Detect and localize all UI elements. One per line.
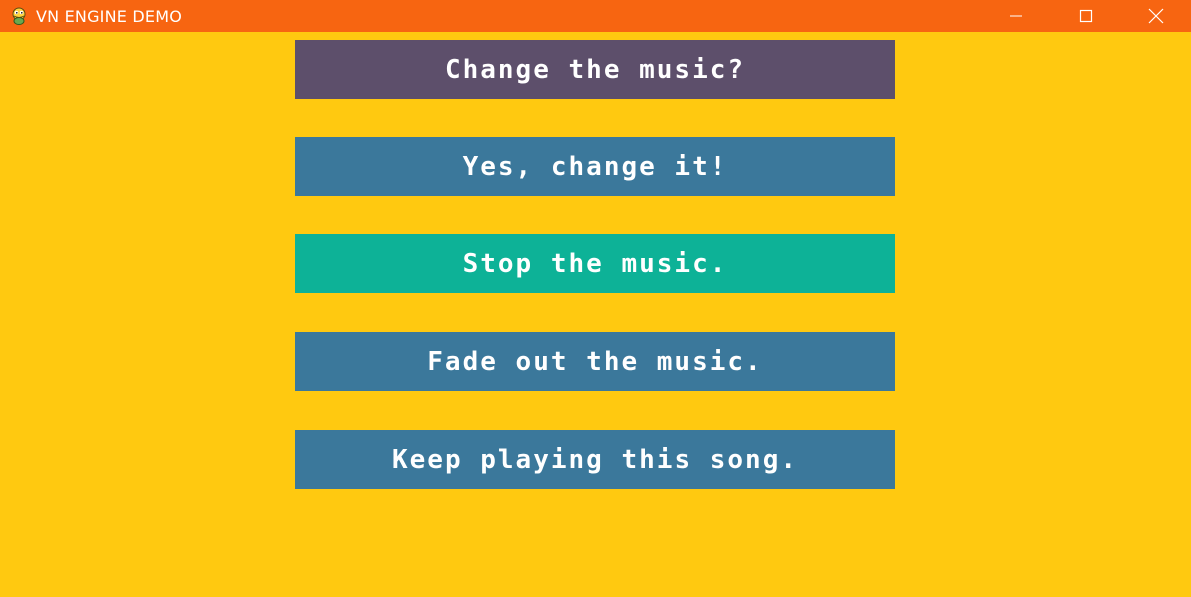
choice-label: Yes, change it! [462,151,728,182]
close-icon [1148,8,1164,24]
minimize-icon [1010,15,1022,17]
maximize-button[interactable] [1051,0,1121,32]
close-button[interactable] [1121,0,1191,32]
python-snake-icon [8,5,30,27]
choice-label: Fade out the music. [427,346,763,377]
window-controls [981,0,1191,32]
choice-stop-music-button[interactable]: Stop the music. [295,234,895,293]
maximize-icon [1079,9,1093,23]
menu-prompt: Change the music? [295,40,895,99]
choice-fade-out-button[interactable]: Fade out the music. [295,332,895,391]
window-titlebar: VN ENGINE DEMO [0,0,1191,32]
menu-prompt-text: Change the music? [444,54,746,85]
choice-keep-playing-button[interactable]: Keep playing this song. [295,430,895,489]
choice-label: Stop the music. [462,248,728,279]
game-viewport: Change the music? Yes, change it! Stop t… [0,32,1191,597]
choice-change-music-button[interactable]: Yes, change it! [295,137,895,196]
window-title: VN ENGINE DEMO [36,6,182,26]
choice-label: Keep playing this song. [391,444,799,475]
minimize-button[interactable] [981,0,1051,32]
